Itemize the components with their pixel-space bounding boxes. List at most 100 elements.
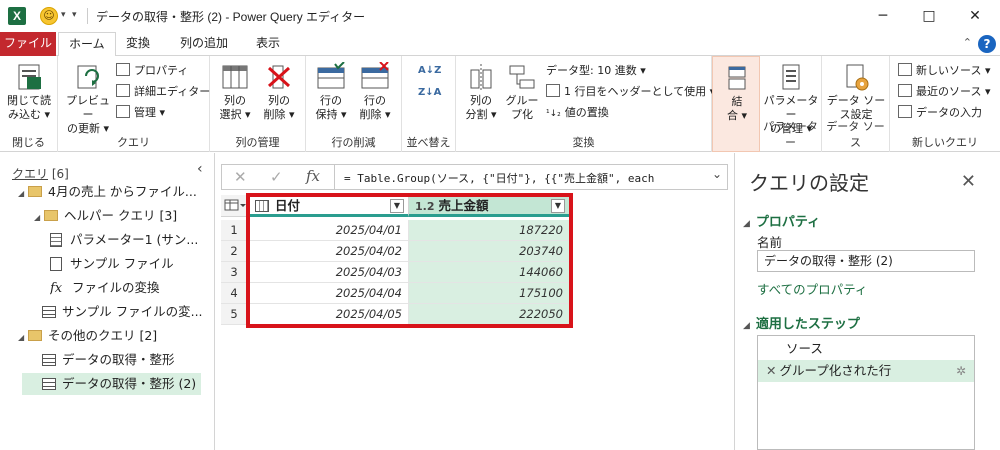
ribbon-group-close: 閉じて読 み込む ▾ 閉じる [0, 56, 58, 152]
commit-formula-icon[interactable]: ✓ [270, 168, 283, 186]
cell-date[interactable]: 2025/04/05 [249, 304, 409, 325]
data-source-settings-button[interactable]: データ ソー ス設定 [826, 62, 886, 122]
step-grouped-rows[interactable]: ✕ グループ化された行 ✲ [758, 360, 974, 382]
formula-separator [334, 165, 335, 189]
split-column-button[interactable]: 列の 分割 ▾ [460, 62, 502, 122]
properties-button[interactable]: プロパティ [116, 62, 188, 80]
smiley-feedback-icon[interactable]: ☺ [40, 7, 58, 25]
properties-label: プロパティ [134, 64, 189, 77]
tab-file[interactable]: ファイル [0, 32, 56, 56]
refresh-preview-button[interactable]: プレビュー の更新 ▾ [62, 62, 114, 136]
table-icon [42, 378, 56, 390]
fx-icon[interactable]: fx [306, 167, 320, 185]
tree-item-label: 4月の売上 からファイル... [48, 184, 197, 199]
cell-amount[interactable]: 175100 [409, 283, 570, 304]
qat-customize-icon[interactable]: ▾ [72, 10, 77, 20]
query-name-input[interactable]: データの取得・整形 (2) [757, 250, 975, 272]
cell-date[interactable]: 2025/04/02 [249, 241, 409, 262]
minimize-button[interactable]: ─ [860, 4, 906, 28]
cell-date[interactable]: 2025/04/04 [249, 283, 409, 304]
row-number[interactable]: 1 [221, 220, 248, 241]
tree-item-april-sales[interactable]: ◢ 4月の売上 からファイル... [18, 181, 208, 203]
parameters-label-1: パラメーター [763, 94, 819, 121]
parameter-icon [50, 233, 62, 247]
row-number[interactable]: 3 [221, 262, 248, 283]
recent-sources-button[interactable]: 最近のソース ▾ [898, 83, 990, 101]
new-source-icon [898, 63, 912, 76]
row-number[interactable]: 2 [221, 241, 248, 262]
close-window-button[interactable]: ✕ [952, 4, 998, 28]
keep-rows-button[interactable]: 行の 保持 ▾ [310, 61, 352, 122]
tree-item-sample-file[interactable]: サンプル ファイル [50, 253, 208, 275]
filter-dropdown-icon[interactable]: ▼ [390, 199, 404, 213]
filter-dropdown-icon[interactable]: ▼ [551, 199, 565, 213]
tree-item-other-queries[interactable]: ◢ その他のクエリ [2] [18, 325, 208, 347]
tree-item-transform-sample-file[interactable]: サンプル ファイルの変... [42, 301, 208, 323]
table-header-icon [546, 84, 560, 97]
remove-rows-button[interactable]: 行の 削除 ▾ [354, 61, 396, 122]
row-number[interactable]: 5 [221, 304, 248, 325]
sort-descending-button[interactable]: Z↓A [418, 84, 441, 102]
choose-columns-label-1: 列の [224, 94, 246, 107]
tree-item-helper-queries[interactable]: ◢ ヘルパー クエリ [3] [34, 205, 208, 227]
group-by-icon [506, 62, 538, 92]
ribbon-group-datasource: データ ソー ス設定 データ ソース [822, 56, 890, 152]
properties-section-header[interactable]: ◢ プロパティ [743, 211, 820, 230]
recent-sources-icon [898, 84, 912, 97]
collapse-pane-icon[interactable]: ‹ [197, 161, 203, 177]
replace-values-button[interactable]: ¹↓₂ 値の置換 [546, 104, 609, 122]
tab-transform[interactable]: 変換 [116, 32, 160, 56]
use-first-row-headers-button[interactable]: 1 行目をヘッダーとして使用 ▾ [546, 83, 715, 101]
new-source-button[interactable]: 新しいソース ▾ [898, 62, 990, 80]
expand-formula-icon[interactable]: ⌄ [712, 167, 722, 181]
sort-ascending-button[interactable]: A↓Z [418, 62, 441, 80]
close-load-label-1: 閉じて読 [7, 94, 51, 107]
all-properties-link[interactable]: すべてのプロパティ [757, 279, 867, 298]
combine-button[interactable]: 結 合 ▾ [717, 63, 757, 123]
tree-item-get-transform-data[interactable]: データの取得・整形 [22, 349, 201, 371]
formula-input[interactable]: = Table.Group(ソース, {"日付"}, {{"売上金額", eac… [344, 170, 654, 186]
cell-amount[interactable]: 144060 [409, 262, 570, 283]
cell-amount[interactable]: 222050 [409, 304, 570, 325]
qat-dropdown-icon[interactable]: ▾ [61, 10, 66, 20]
data-type-dropdown[interactable]: データ型: 10 進数 ▾ [546, 62, 646, 80]
column-header-date-label: 日付 [275, 198, 301, 213]
maximize-button[interactable]: □ [906, 4, 952, 28]
table-menu-button[interactable] [221, 195, 248, 217]
advanced-editor-button[interactable]: 詳細エディター [116, 83, 210, 101]
cancel-formula-icon[interactable]: ✕ [234, 168, 247, 186]
enter-data-button[interactable]: データの入力 [898, 104, 982, 122]
row-number[interactable]: 4 [221, 283, 248, 304]
tree-item-transform-file[interactable]: fx ファイルの変換 [50, 277, 208, 299]
cell-date[interactable]: 2025/04/03 [249, 262, 409, 283]
remove-columns-button[interactable]: 列の 削除 ▾ [258, 62, 300, 122]
step-settings-gear-icon[interactable]: ✲ [956, 360, 966, 382]
cell-date[interactable]: 2025/04/01 [249, 220, 409, 241]
collapse-ribbon-icon[interactable]: ⌃ [963, 36, 972, 49]
tab-add-column[interactable]: 列の追加 [170, 32, 238, 56]
close-and-load-button[interactable]: 閉じて読 み込む ▾ [6, 62, 52, 122]
step-source[interactable]: ソース [758, 338, 974, 360]
ribbon-group-columns: 列の 選択 ▾ 列の 削除 ▾ 列の管理 [210, 56, 306, 152]
column-header-date[interactable]: 日付 ▼ [249, 195, 409, 217]
tree-item-parameter1[interactable]: パラメーター1 (サン... [50, 229, 208, 251]
tab-view[interactable]: 表示 [246, 32, 290, 56]
column-header-sales-amount[interactable]: 1.2 売上金額 ▼ [409, 195, 570, 217]
cell-amount[interactable]: 203740 [409, 241, 570, 262]
manage-label: 管理 ▾ [134, 106, 166, 119]
tree-item-get-transform-data-2[interactable]: データの取得・整形 (2) [22, 373, 201, 395]
applied-steps-header[interactable]: ◢ 適用したステップ [743, 313, 860, 332]
group-by-button[interactable]: グルー プ化 [502, 62, 542, 122]
delete-step-icon[interactable]: ✕ [766, 363, 776, 378]
manage-button[interactable]: 管理 ▾ [116, 104, 165, 122]
close-settings-icon[interactable]: ✕ [961, 171, 976, 192]
tab-home[interactable]: ホーム [58, 32, 116, 57]
tree-item-label: パラメーター1 (サン... [70, 232, 199, 247]
queries-header[interactable]: クエリ [6] [12, 165, 69, 182]
choose-columns-icon [219, 62, 251, 92]
date-type-icon [255, 200, 269, 212]
ribbon-group-query: プレビュー の更新 ▾ プロパティ 詳細エディター 管理 ▾ クエリ [58, 56, 210, 152]
cell-amount[interactable]: 187220 [409, 220, 570, 241]
choose-columns-button[interactable]: 列の 選択 ▾ [214, 62, 256, 122]
help-button[interactable]: ? [978, 35, 996, 53]
